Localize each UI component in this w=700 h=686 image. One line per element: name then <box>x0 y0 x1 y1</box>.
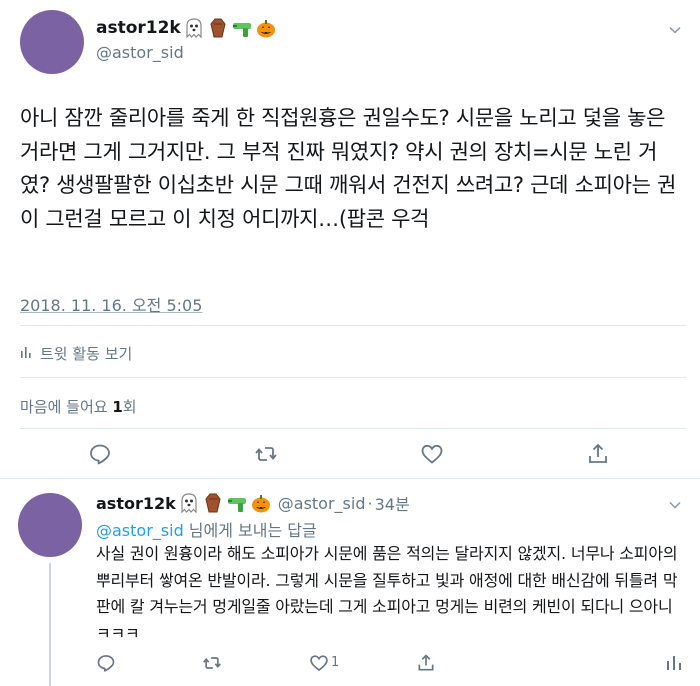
analytics-icon <box>20 345 32 363</box>
reply-to-line: @astor_sid 님에게 보내는 답글 <box>96 517 317 541</box>
likes-summary[interactable]: 마음에 들어요 1회 <box>20 396 137 417</box>
separator-dot: · <box>367 493 373 513</box>
author-name-row[interactable]: astor12k <box>96 16 279 40</box>
water-pistol-emoji-icon <box>226 492 248 514</box>
share-icon[interactable] <box>586 442 610 466</box>
reply-header: astor12k @astor_sid · 34분 <box>96 491 410 515</box>
retweet-icon[interactable] <box>202 653 222 673</box>
retweet-icon[interactable] <box>254 442 278 466</box>
share-icon[interactable] <box>416 653 436 673</box>
divider <box>20 428 686 429</box>
pumpkin-emoji-icon <box>255 17 277 39</box>
divider <box>20 325 686 326</box>
reply-text: 사실 권이 원흉이라 해도 소피아가 시문에 품은 적의는 달라지지 않겠지. … <box>96 544 678 643</box>
main-tweet: astor12k @astor_sid 아니 잠깐 줄리아를 죽게 한 직접원흉… <box>0 0 700 478</box>
like-icon[interactable] <box>420 442 444 466</box>
name-emojis <box>178 492 274 514</box>
reply-icon[interactable] <box>96 653 116 673</box>
tweet-text: 아니 잠깐 줄리아를 죽게 한 직접원흉은 권일수도? 시문을 노리고 덫을 놓… <box>20 106 677 231</box>
ghost-emoji-icon <box>178 492 200 514</box>
tweet-activity-link[interactable]: 트윗 활동 보기 <box>20 343 132 364</box>
pumpkin-emoji-icon <box>250 492 272 514</box>
tweet-actions <box>0 438 700 470</box>
water-pistol-emoji-icon <box>231 17 253 39</box>
coffin-emoji-icon <box>202 492 224 514</box>
avatar[interactable] <box>20 10 84 74</box>
display-name[interactable]: astor12k <box>96 494 176 513</box>
reply-to-suffix: 님에게 보내는 답글 <box>183 521 317 540</box>
handle[interactable]: @astor_sid <box>278 494 366 513</box>
reply-actions: 1 <box>0 651 700 679</box>
likes-count: 1 <box>112 398 123 416</box>
chevron-down-icon[interactable] <box>668 22 682 36</box>
reply-to-mention[interactable]: @astor_sid <box>96 521 184 540</box>
likes-prefix: 마음에 들어요 <box>20 398 113 416</box>
timestamp[interactable]: 2018. 11. 16. 오전 5:05 <box>20 292 202 316</box>
relative-time[interactable]: 34분 <box>375 491 410 515</box>
avatar[interactable] <box>18 493 82 557</box>
chevron-down-icon[interactable] <box>668 497 682 511</box>
divider <box>20 377 686 378</box>
display-name[interactable]: astor12k <box>96 18 181 38</box>
likes-suffix: 회 <box>122 398 137 416</box>
coffin-emoji-icon <box>207 17 229 39</box>
reply-icon[interactable] <box>88 442 112 466</box>
analytics-icon[interactable] <box>664 653 684 673</box>
reply-tweet[interactable]: astor12k @astor_sid · 34분 @astor_sid 님에게… <box>0 479 700 686</box>
like-count: 1 <box>331 655 340 670</box>
activity-label: 트윗 활동 보기 <box>40 345 133 363</box>
ghost-emoji-icon <box>183 17 205 39</box>
name-emojis <box>183 17 279 39</box>
handle[interactable]: @astor_sid <box>96 43 184 62</box>
like-icon[interactable] <box>309 653 329 673</box>
